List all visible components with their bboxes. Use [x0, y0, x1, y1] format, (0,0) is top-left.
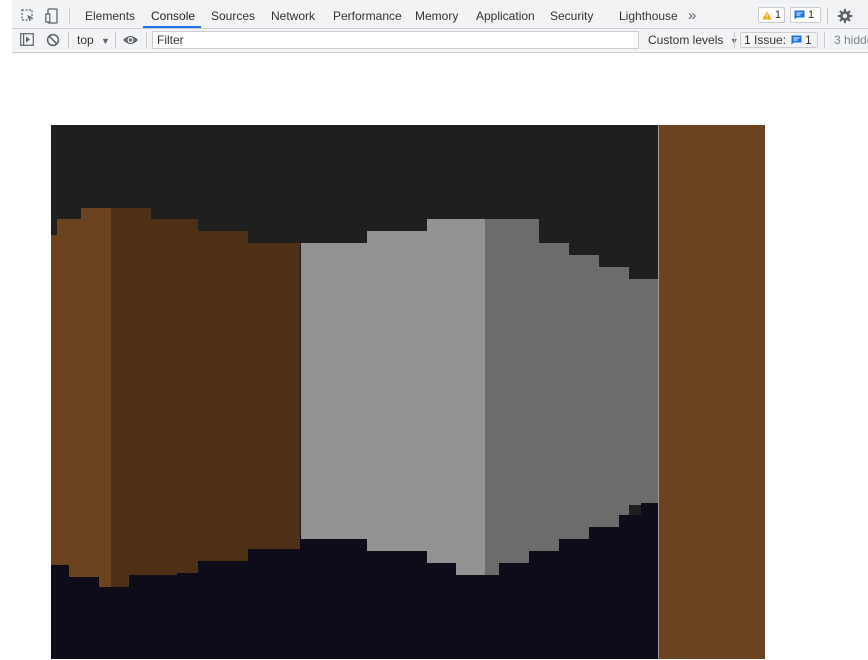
gear-icon[interactable] [837, 8, 853, 24]
floor-step [641, 503, 659, 659]
messages-count: 1 [808, 9, 815, 21]
context-label: top [77, 33, 94, 47]
tab-memory[interactable]: Memory [415, 4, 458, 28]
devtools-panel: Elements Console Sources Network Perform… [12, 0, 868, 53]
hidden-messages-count: 3 hidden [834, 33, 868, 47]
filter-input[interactable] [152, 31, 639, 49]
message-icon [791, 35, 802, 45]
wall-brown-light-edge [99, 565, 111, 587]
floor-step [589, 527, 619, 659]
wall-gray-dark-5 [629, 279, 659, 505]
devtools-tabbar: Elements Console Sources Network Perform… [12, 4, 868, 29]
device-toolbar-icon[interactable] [45, 8, 59, 24]
console-toolbar: top ▼ Custom levels ▼ 1 Issue: 1 [12, 29, 868, 51]
wall-gray-dark [485, 219, 539, 575]
wall-brown-dark [111, 208, 151, 588]
floor-step [456, 575, 486, 659]
tab-network[interactable]: Network [271, 4, 315, 28]
floor-step [559, 539, 589, 659]
tabbar-separator [69, 8, 70, 24]
tab-application[interactable]: Application [476, 4, 535, 28]
wall-brown-light-top2 [81, 208, 111, 219]
warnings-badge[interactable]: 1 [758, 7, 785, 23]
messages-badge[interactable]: 1 [790, 7, 821, 23]
toolbar-separator [146, 32, 147, 48]
game-canvas[interactable] [51, 125, 765, 659]
toolbar-separator [824, 32, 825, 48]
inspect-element-icon[interactable] [21, 9, 35, 23]
warning-icon [762, 11, 772, 19]
floor-step [396, 563, 456, 659]
wall-brown-dark-4 [248, 243, 300, 549]
chevron-down-icon: ▼ [101, 36, 110, 46]
eye-icon[interactable] [122, 33, 139, 47]
active-tab-indicator [143, 26, 201, 28]
wall-brown-light [51, 235, 111, 565]
tab-sources[interactable]: Sources [211, 4, 255, 28]
tab-security[interactable]: Security [550, 4, 593, 28]
floor-step [69, 577, 99, 659]
wall-brown-dark-3 [198, 231, 248, 561]
log-levels-label: Custom levels [648, 33, 724, 47]
warnings-count: 1 [774, 9, 781, 21]
floor-step [51, 565, 69, 659]
sidebar-toggle-icon[interactable] [20, 33, 34, 46]
issues-label: 1 Issue: [744, 33, 787, 47]
tab-performance[interactable]: Performance [333, 4, 402, 28]
toolbar-separator [115, 32, 116, 48]
floor-step [499, 563, 529, 659]
settings-separator [827, 8, 828, 24]
toolbar-separator [734, 32, 735, 48]
wall-gray-dark-3 [569, 255, 599, 539]
wall-gray-dark-2 [539, 243, 569, 553]
issues-count: 1 [805, 33, 812, 47]
floor-step [99, 587, 129, 659]
wall-brown-light-top [57, 219, 111, 235]
wall-gray-dark-4 [599, 267, 629, 529]
wall-gray-light-2 [367, 231, 427, 551]
issues-button[interactable]: 1 Issue: 1 [740, 32, 818, 48]
floor-step [129, 575, 177, 659]
wall-brown-dark-8 [277, 539, 300, 549]
pillar-brown [659, 125, 765, 659]
floor-step [177, 573, 224, 659]
clear-console-icon[interactable] [46, 33, 60, 47]
more-tabs-button[interactable]: » [688, 4, 696, 28]
log-levels-dropdown[interactable]: Custom levels ▼ [648, 29, 739, 51]
floor-step [300, 539, 330, 659]
tab-elements[interactable]: Elements [85, 4, 135, 28]
floor-step [330, 551, 396, 659]
toolbar-separator [68, 32, 69, 48]
wall-gray-light-3 [427, 219, 485, 575]
tab-console[interactable]: Console [151, 4, 195, 28]
context-selector[interactable]: top ▼ [77, 29, 110, 51]
floor-step [277, 549, 300, 659]
wall-brown-dark-7 [224, 549, 248, 561]
pillar-edge [658, 125, 659, 659]
wall-brown-dark-2 [151, 219, 198, 575]
tab-lighthouse[interactable]: Lighthouse [619, 4, 678, 28]
floor-step [224, 561, 277, 659]
floor-step [529, 551, 559, 659]
message-icon [794, 10, 805, 20]
wall-gray-light [301, 243, 367, 539]
